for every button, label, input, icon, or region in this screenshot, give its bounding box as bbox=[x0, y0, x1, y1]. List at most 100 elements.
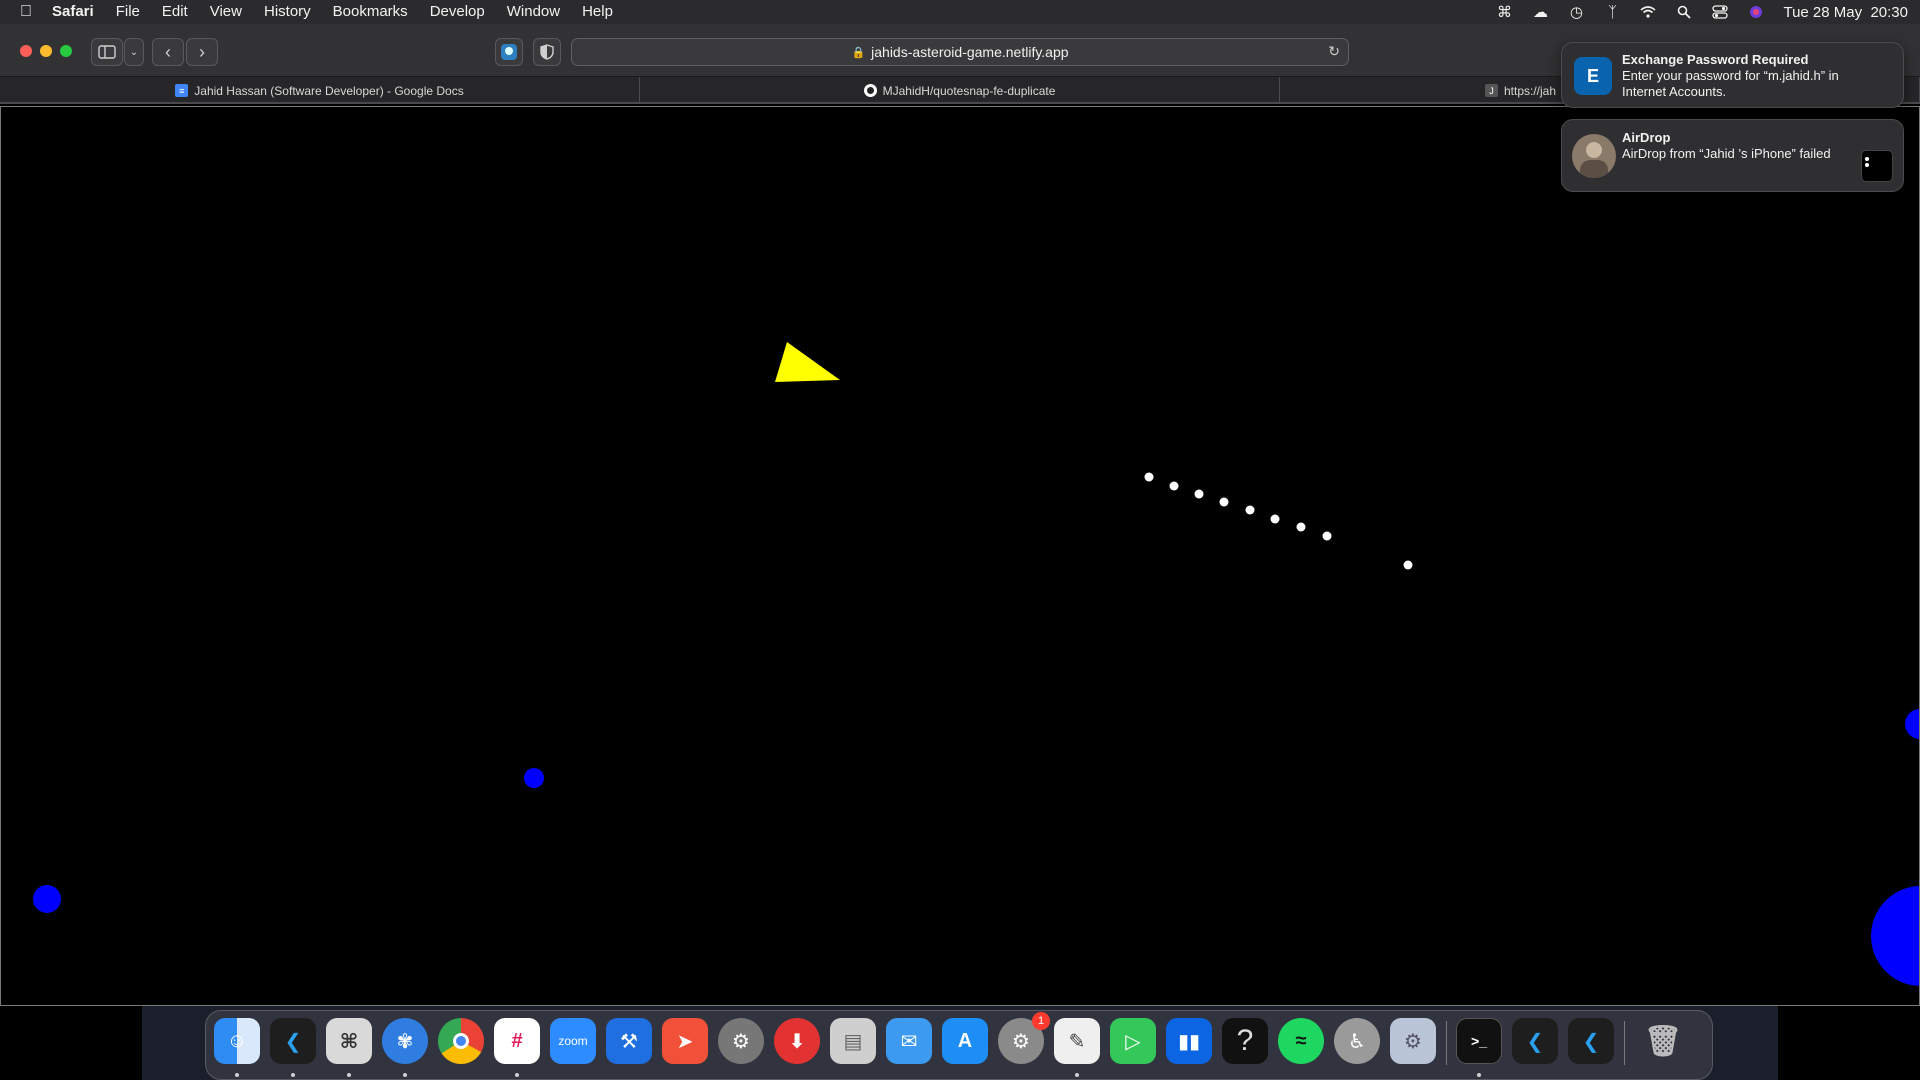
question-icon[interactable]: ? bbox=[1222, 1018, 1268, 1064]
finder-icon[interactable]: ☺ bbox=[214, 1018, 260, 1064]
control-center-icon[interactable] bbox=[1711, 4, 1729, 20]
bullet bbox=[1194, 489, 1204, 499]
exchange-icon: E bbox=[1574, 57, 1612, 95]
close-window-button[interactable] bbox=[20, 45, 32, 57]
menu-bookmarks[interactable]: Bookmarks bbox=[322, 0, 419, 24]
bullet bbox=[1270, 514, 1280, 524]
facetime-icon[interactable]: ▷ bbox=[1110, 1018, 1156, 1064]
notification-body: Enter your password for “m.jahid.h” in I… bbox=[1622, 68, 1839, 99]
back-button[interactable]: ‹ bbox=[152, 38, 184, 66]
bullet bbox=[1169, 481, 1179, 491]
chrome-icon[interactable] bbox=[438, 1018, 484, 1064]
menu-bar:  Safari File Edit View History Bookmark… bbox=[0, 0, 1920, 24]
command-icon[interactable]: ⌘ bbox=[1495, 4, 1513, 21]
vscode-icon[interactable]: ❮ bbox=[1512, 1018, 1558, 1064]
zoom-icon[interactable]: zoom bbox=[550, 1018, 596, 1064]
asteroid bbox=[1871, 886, 1919, 986]
swift-icon[interactable]: ➤ bbox=[662, 1018, 708, 1064]
dock-separator bbox=[1446, 1021, 1447, 1065]
terminal-icon[interactable]: >_ bbox=[1456, 1018, 1502, 1064]
asteroid bbox=[524, 768, 544, 788]
tab-github[interactable]: MJahidH/quotesnap-fe-duplicate bbox=[640, 77, 1280, 104]
game-canvas[interactable] bbox=[0, 106, 1920, 1006]
spotlight-icon[interactable] bbox=[1675, 4, 1693, 20]
privacy-report-button[interactable] bbox=[533, 38, 561, 66]
textedit-icon[interactable]: ✎ bbox=[1054, 1018, 1100, 1064]
menu-view[interactable]: View bbox=[199, 0, 253, 24]
extension-button[interactable] bbox=[495, 38, 523, 66]
reload-icon[interactable]: ↻ bbox=[1328, 43, 1340, 60]
accessibility-icon[interactable]: ♿ bbox=[1334, 1018, 1380, 1064]
zoom-window-button[interactable] bbox=[60, 45, 72, 57]
zoom-label: zoom bbox=[558, 1034, 588, 1048]
siri-icon[interactable] bbox=[1747, 4, 1765, 20]
menu-history[interactable]: History bbox=[253, 0, 322, 24]
chevron-left-icon: ‹ bbox=[165, 41, 171, 62]
archive-icon[interactable]: ▤ bbox=[830, 1018, 876, 1064]
asteroid bbox=[1905, 709, 1919, 739]
menu-file[interactable]: File bbox=[105, 0, 151, 24]
player-ship bbox=[775, 342, 840, 382]
sidebar-icon bbox=[98, 45, 116, 59]
dock-separator bbox=[1624, 1021, 1625, 1065]
cloud-icon[interactable]: ☁ bbox=[1531, 4, 1549, 21]
app-store-icon[interactable]: A bbox=[942, 1018, 988, 1064]
downie-icon[interactable]: ⬇ bbox=[774, 1018, 820, 1064]
bullet bbox=[1403, 560, 1413, 570]
tab-label: Jahid Hassan (Software Developer) - Goog… bbox=[194, 83, 464, 98]
github-icon bbox=[863, 84, 877, 97]
menu-develop[interactable]: Develop bbox=[419, 0, 496, 24]
asteroid bbox=[33, 885, 61, 913]
trash-icon[interactable]: 🗑 bbox=[1640, 1018, 1686, 1064]
apple-menu-icon[interactable]:  bbox=[0, 3, 52, 21]
menu-window[interactable]: Window bbox=[496, 0, 571, 24]
notification-title: Exchange Password Required bbox=[1622, 52, 1809, 67]
menu-app-name[interactable]: Safari bbox=[52, 0, 105, 24]
safari-icon[interactable]: ✾ bbox=[382, 1018, 428, 1064]
tab-google-docs[interactable]: ≡ Jahid Hassan (Software Developer) - Go… bbox=[0, 77, 640, 104]
trello-icon[interactable]: ▮▮ bbox=[1166, 1018, 1212, 1064]
bluetooth-icon[interactable]: ᛉ bbox=[1603, 4, 1621, 21]
spotify-icon[interactable]: ≈ bbox=[1278, 1018, 1324, 1064]
vscode-icon[interactable]: ❮ bbox=[270, 1018, 316, 1064]
slack-icon[interactable]: # bbox=[494, 1018, 540, 1064]
bullet bbox=[1219, 497, 1229, 507]
bullet bbox=[1245, 505, 1255, 515]
sidebar-toggle-button[interactable] bbox=[91, 38, 123, 66]
tab-group-dropdown[interactable]: ⌄ bbox=[124, 38, 144, 66]
notification-airdrop[interactable]: AirDrop AirDrop from “Jahid ’s iPhone” f… bbox=[1561, 119, 1904, 192]
game-scene bbox=[33, 342, 1919, 986]
bullet bbox=[1144, 472, 1154, 482]
airdrop-thumbnail bbox=[1861, 150, 1893, 182]
airdrop-avatar bbox=[1572, 134, 1616, 178]
google-docs-icon: ≡ bbox=[175, 84, 189, 97]
disk-utility-icon[interactable]: ⚙ bbox=[718, 1018, 764, 1064]
notification-title: AirDrop bbox=[1622, 130, 1671, 145]
mail-icon[interactable]: ✉ bbox=[886, 1018, 932, 1064]
notification-badge: 1 bbox=[1032, 1012, 1050, 1030]
j-favicon-icon: J bbox=[1485, 84, 1498, 97]
menu-clock[interactable]: Tue 28 May 20:30 bbox=[1783, 4, 1908, 21]
bullet bbox=[1296, 522, 1306, 532]
xcode-icon[interactable]: ⚒ bbox=[606, 1018, 652, 1064]
shield-icon bbox=[540, 44, 554, 60]
chevron-down-icon: ⌄ bbox=[129, 46, 139, 58]
status-area: ⌘ ☁ ◷ ᛉ Tue 28 May 20:30 bbox=[1495, 0, 1908, 24]
bullet bbox=[1322, 531, 1332, 541]
vscode-icon[interactable]: ❮ bbox=[1568, 1018, 1614, 1064]
url-text: jahids-asteroid-game.netlify.app bbox=[871, 44, 1069, 60]
script-editor-icon[interactable]: ⌘ bbox=[326, 1018, 372, 1064]
forward-button[interactable]: › bbox=[186, 38, 218, 66]
menu-help[interactable]: Help bbox=[571, 0, 624, 24]
address-bar[interactable]: 🔒 jahids-asteroid-game.netlify.app ↻ bbox=[571, 38, 1349, 66]
time-machine-icon[interactable]: ◷ bbox=[1567, 4, 1585, 21]
system-preferences-icon[interactable]: ⚙ 1 bbox=[998, 1012, 1050, 1064]
menu-edit[interactable]: Edit bbox=[151, 0, 199, 24]
gear-icon[interactable]: ⚙ bbox=[1390, 1018, 1436, 1064]
notification-body: AirDrop from “Jahid ’s iPhone” failed bbox=[1622, 146, 1831, 161]
notification-exchange[interactable]: E Exchange Password Required Enter your … bbox=[1561, 42, 1904, 108]
dock: ☺ ❮ ⌘ ✾ # zoom ⚒ ➤ ⚙ ⬇ ▤ ✉ A ⚙ 1 ✎ ▷ ▮▮ ?… bbox=[205, 1010, 1713, 1080]
minimize-window-button[interactable] bbox=[40, 45, 52, 57]
wifi-icon[interactable] bbox=[1639, 4, 1657, 20]
extension-icon bbox=[501, 44, 517, 60]
